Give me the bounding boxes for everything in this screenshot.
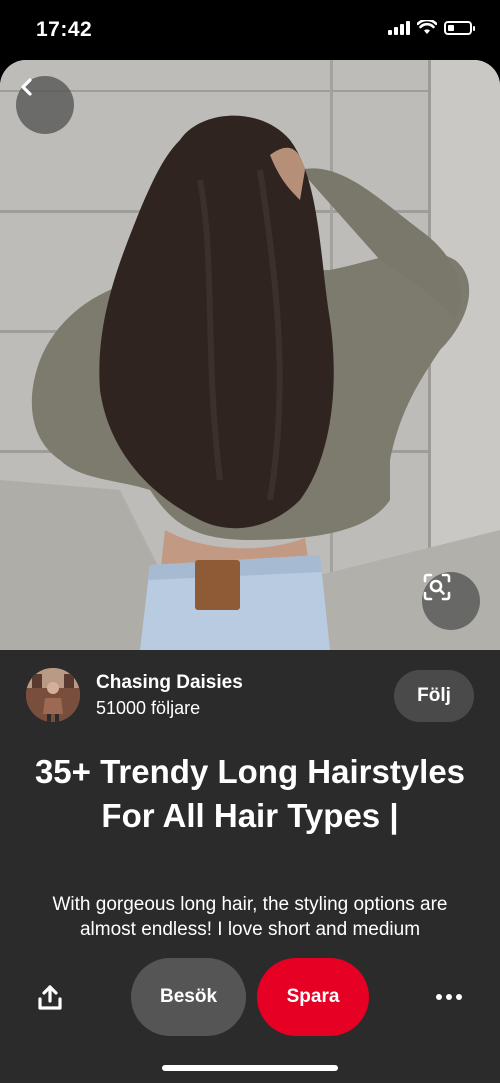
pin-description[interactable]: With gorgeous long hair, the styling opt… [30,892,470,942]
author-name[interactable]: Chasing Daisies [96,672,243,694]
lens-search-icon [423,573,451,601]
author-followers: 51000 följare [96,698,201,718]
author-row: Chasing Daisies 51000 följare Följ [26,668,474,724]
status-icons [388,20,475,35]
status-bar: 17:42 [0,0,500,60]
cellular-signal-icon [388,20,410,35]
avatar[interactable] [26,668,80,722]
pin-title: 35+ Trendy Long Hairstyles For All Hair … [34,753,466,834]
more-options-icon[interactable] [436,994,462,1000]
chevron-left-icon [21,78,32,96]
battery-level [448,24,454,31]
pin-photo [0,60,500,650]
follow-button[interactable]: Följ [394,670,474,722]
avatar-photo [26,668,80,722]
action-bar: Besök Spara [0,956,500,1038]
share-icon[interactable] [36,984,64,1012]
visual-search-button[interactable] [422,572,480,630]
status-time: 17:42 [36,18,93,41]
pin-details-panel: Chasing Daisies 51000 följare Följ 35+ T… [0,650,500,1083]
back-button[interactable] [16,76,74,134]
battery-icon [444,20,475,35]
pin-image[interactable] [0,60,500,650]
save-button[interactable]: Spara [257,958,369,1036]
home-indicator[interactable] [162,1065,338,1071]
wifi-icon [417,20,437,34]
visit-button[interactable]: Besök [131,958,246,1036]
